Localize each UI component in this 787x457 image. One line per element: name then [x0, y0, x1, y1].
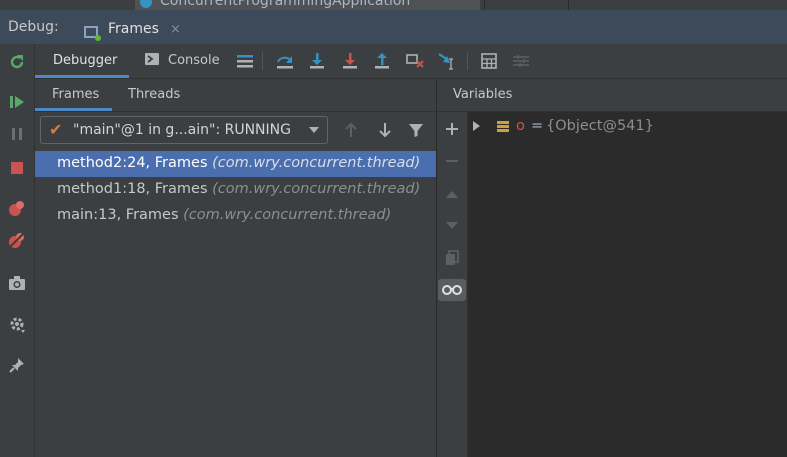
pause-icon[interactable]: [7, 124, 27, 144]
show-execution-point-icon[interactable]: [235, 51, 255, 71]
rerun-icon[interactable]: [7, 52, 27, 72]
next-frame-icon[interactable]: [375, 120, 395, 140]
run-to-cursor-icon[interactable]: [437, 51, 457, 71]
debug-label: Debug:: [8, 19, 59, 35]
chevron-down-icon: [309, 127, 319, 133]
tab-frames[interactable]: Frames: [52, 87, 99, 102]
tab-underline: [35, 108, 112, 111]
tab-console-label: Console: [168, 53, 220, 68]
thread-check-icon: ✔: [49, 120, 63, 139]
debug-side-toolbar: [0, 44, 35, 457]
pin-icon[interactable]: [7, 355, 27, 375]
variables-toolbar: [437, 112, 468, 457]
variable-value: {Object@541}: [546, 118, 654, 134]
tab-console[interactable]: Console: [139, 44, 229, 78]
resume-icon[interactable]: [7, 92, 27, 112]
tab-debugger[interactable]: Debugger: [35, 44, 129, 78]
force-step-into-icon[interactable]: [340, 51, 360, 71]
trace-current-stream-icon: [511, 51, 531, 71]
step-out-icon[interactable]: [372, 51, 392, 71]
frames-session-icon: [84, 26, 101, 41]
frame-row[interactable]: method2:24, Frames (com.wry.concurrent.t…: [35, 151, 436, 177]
field-icon: [497, 121, 509, 133]
debug-tool-window-header: Debug: Frames ×: [0, 10, 787, 53]
add-watch-icon[interactable]: [441, 118, 463, 140]
mute-breakpoints-icon[interactable]: [7, 230, 27, 250]
step-into-icon[interactable]: [307, 51, 327, 71]
drop-frame-icon[interactable]: [405, 51, 425, 71]
close-icon[interactable]: ×: [170, 20, 181, 40]
variable-name: o: [516, 118, 525, 134]
frames-threads-tabs: Frames Threads: [35, 79, 436, 112]
show-watches-icon[interactable]: [438, 279, 466, 301]
divider: [568, 0, 569, 10]
divider: [484, 0, 485, 10]
debugger-toolbar: Debugger Console: [35, 44, 787, 79]
tab-debugger-label: Debugger: [53, 53, 118, 68]
run-config-name: ConcurrentProgrammingApplication: [160, 0, 411, 9]
expand-arrow-icon[interactable]: [473, 121, 480, 131]
tab-threads[interactable]: Threads: [128, 87, 180, 102]
move-down-icon[interactable]: [441, 215, 463, 237]
duplicate-watch-icon[interactable]: [441, 247, 463, 269]
thread-selector-dropdown[interactable]: ✔ "main"@1 in g...ain": RUNNING: [40, 116, 328, 144]
variables-title: Variables: [453, 87, 513, 102]
frame-row[interactable]: main:13, Frames (com.wry.concurrent.thre…: [35, 203, 436, 229]
move-up-icon[interactable]: [441, 183, 463, 205]
frame-list: method2:24, Frames (com.wry.concurrent.t…: [35, 151, 436, 229]
stop-icon[interactable]: [7, 158, 27, 178]
variables-tree: o = {Object@541}: [468, 112, 787, 457]
camera-icon[interactable]: [7, 273, 27, 293]
evaluate-expression-icon[interactable]: [479, 51, 499, 71]
thread-selector-value: "main"@1 in g...ain": RUNNING: [73, 122, 291, 138]
settings-icon[interactable]: [7, 314, 27, 334]
run-config-strip: ConcurrentProgrammingApplication: [0, 0, 787, 10]
tab-label: Frames: [108, 21, 159, 37]
filter-icon[interactable]: [406, 120, 426, 140]
previous-frame-icon[interactable]: [341, 120, 361, 140]
frames-panel: Frames Threads ✔ "main"@1 in g...ain": R…: [35, 79, 436, 457]
step-over-icon[interactable]: [275, 51, 295, 71]
variable-equals: =: [531, 118, 544, 134]
view-breakpoints-icon[interactable]: [7, 198, 27, 218]
frame-row[interactable]: method1:18, Frames (com.wry.concurrent.t…: [35, 177, 436, 203]
remove-watch-icon[interactable]: [441, 150, 463, 172]
console-icon: [145, 53, 159, 65]
variables-header: Variables: [437, 79, 787, 112]
